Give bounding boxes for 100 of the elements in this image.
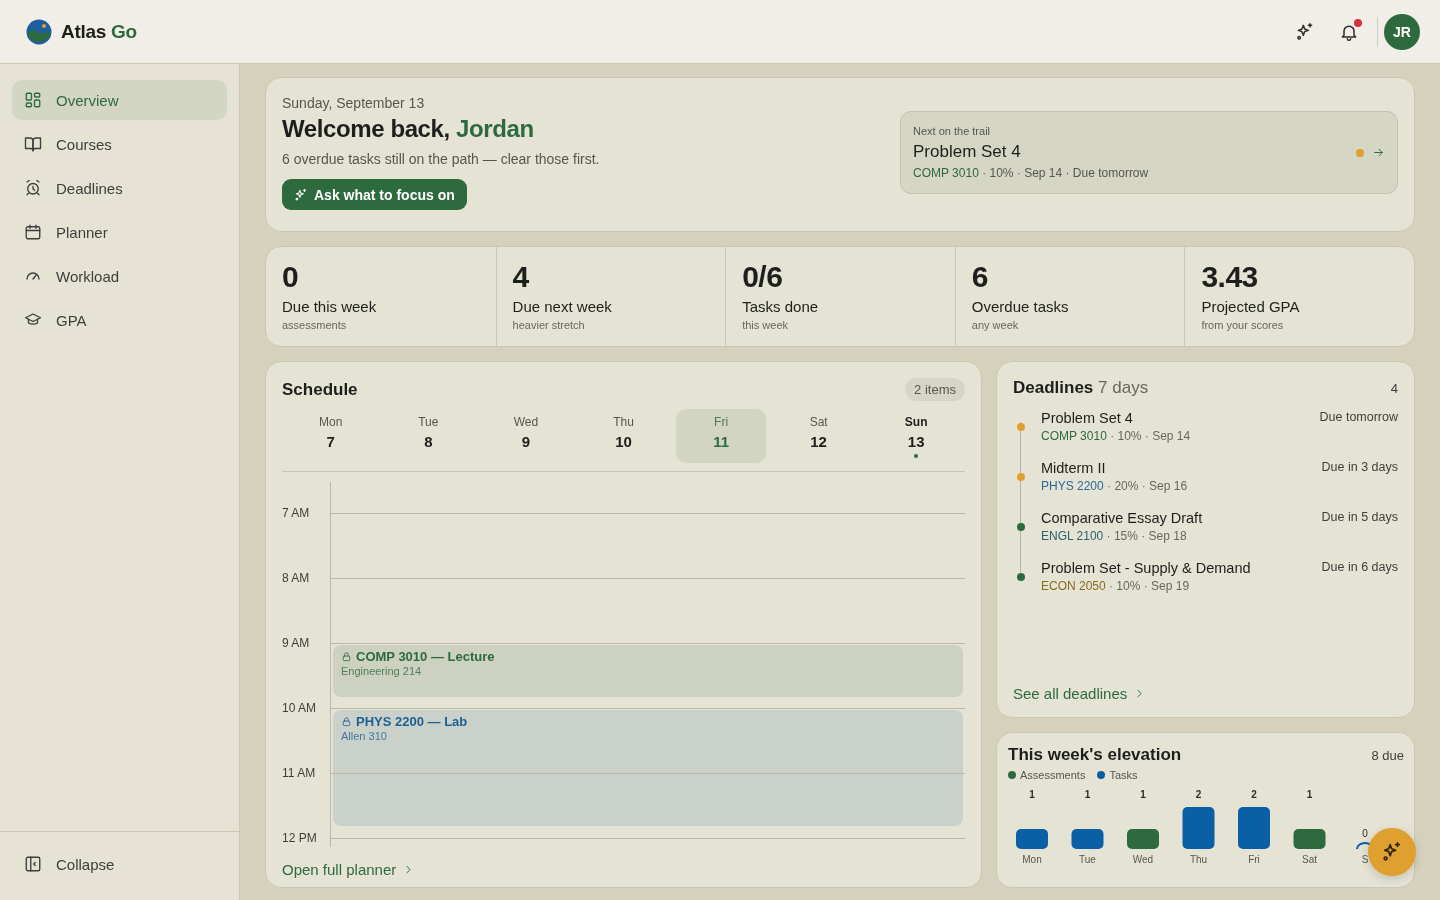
legend-label: Assessments (1020, 769, 1086, 781)
next-label: Next on the trail (913, 125, 992, 137)
see-all-deadlines-link[interactable]: See all deadlines (1013, 685, 1147, 702)
axis-label: Tue (1079, 854, 1096, 865)
collapse-button[interactable]: Collapse (12, 844, 227, 884)
stat-caption: from your scores (1201, 319, 1285, 331)
data-label: 2 (1251, 789, 1257, 800)
current-date: Sunday, September 13 (282, 95, 426, 111)
due-label: Due in 5 days (1321, 510, 1398, 526)
deadline-meta: ECON 2050 · 10% · Sep 19 (1041, 579, 1191, 593)
stat-label: Projected GPA (1201, 298, 1301, 315)
axis-label: Fri (1248, 854, 1260, 865)
calendar-icon (24, 223, 42, 241)
deadline-title: Comparative Essay Draft (1041, 510, 1203, 526)
chart-bar (1071, 829, 1104, 849)
data-label: 0 (1362, 828, 1368, 839)
stat-caption: heavier stretch (512, 319, 586, 331)
axis-label: S (1361, 854, 1369, 865)
axis-label: Sat (1302, 854, 1317, 865)
legend-label: Tasks (1109, 769, 1138, 781)
chart-bar (1127, 829, 1159, 849)
legend-dot (1008, 771, 1016, 779)
legend-dot (1097, 771, 1106, 779)
time-label: 7 AM (282, 506, 310, 520)
stat-value: 3.43 (1201, 260, 1259, 294)
open-planner-link[interactable]: Open full planner (282, 861, 416, 878)
sparkle-icon (1295, 21, 1315, 42)
nav-item[interactable]: Planner (12, 212, 227, 252)
calendar-event[interactable]: PHYS 2200 — Lab Allen 310 (333, 710, 963, 826)
app-name: Atlas Go (61, 20, 137, 43)
nav-item[interactable]: GPA (12, 300, 227, 340)
chart-bar (1238, 807, 1270, 849)
day-tab[interactable]: Fri 11 (676, 409, 766, 463)
data-label: 1 (1029, 789, 1035, 800)
day-tab[interactable]: Mon 7 (286, 409, 376, 463)
stat-label: Due this week (282, 298, 378, 315)
data-label: 1 (1084, 789, 1091, 800)
card-title: Schedule (282, 379, 358, 400)
stat-label: Tasks done (742, 298, 820, 315)
alarm-clock-icon (24, 179, 42, 197)
day-tab[interactable]: Sun 13 (871, 409, 961, 463)
stat-value: 0 (282, 260, 300, 294)
due-label: Due tomorrow (1319, 410, 1398, 426)
logo-icon (26, 18, 52, 45)
axis-label: Wed (1132, 854, 1154, 865)
axis-label: Mon (1022, 854, 1042, 865)
nav-item[interactable]: Workload (12, 256, 227, 296)
due-label: Due in 6 days (1321, 560, 1398, 576)
sidebar-collapse-icon (24, 855, 42, 873)
card-title: Deadlines 7 days (1013, 378, 1149, 398)
time-label: 9 AM (282, 636, 310, 650)
axis-label: Thu (1189, 854, 1208, 865)
overdue-message: 6 overdue tasks still on the path — clear those first. (282, 151, 601, 167)
stat-caption: any week (971, 319, 1020, 331)
time-label: 11 AM (282, 766, 316, 780)
deadline-meta: ENGL 2100 · 15% · Sep 18 (1041, 529, 1188, 543)
sparkle-icon (1381, 841, 1403, 863)
calendar-event[interactable]: COMP 3010 — Lecture Engineering 214 (333, 645, 963, 697)
card-title: This week's elevation (1008, 745, 1182, 765)
chart-bar (1182, 807, 1215, 849)
next-task-title: Problem Set 4 (913, 142, 1022, 162)
nav-item[interactable]: Deadlines (12, 168, 227, 208)
due-label: Due in 3 days (1321, 460, 1398, 476)
nav-item[interactable]: Courses (12, 124, 227, 164)
stat-caption: this week (742, 319, 790, 331)
due-count: 8 due (1371, 747, 1404, 763)
lock-icon (341, 651, 352, 662)
day-tab[interactable]: Tue 8 (383, 409, 474, 463)
day-tab[interactable]: Sat 12 (773, 409, 864, 463)
data-label: 1 (1306, 789, 1313, 800)
next-task-meta: COMP 3010 · 10% · Sep 14 · Due tomorrow (913, 166, 1150, 180)
deadline-title: Midterm II (1041, 460, 1107, 476)
welcome-heading: Welcome back, Jordan (282, 115, 535, 143)
deadline-meta: PHYS 2200 · 20% · Sep 16 (1041, 479, 1188, 493)
stat-value: 0/6 (742, 260, 784, 294)
data-label: 2 (1195, 789, 1202, 800)
deadline-meta: COMP 3010 · 10% · Sep 14 (1041, 429, 1191, 443)
deadline-count: 4 (1390, 380, 1398, 396)
nav-item[interactable]: Overview (12, 80, 227, 120)
next-task-card[interactable]: Next on the trail Problem Set 4 COMP 3010 · 10% · Sep 14 · Due tomorrow (900, 111, 1398, 194)
stat-label: Due next week (512, 298, 613, 315)
sparkle-icon (294, 187, 308, 202)
time-label: 8 AM (282, 571, 310, 585)
day-tab[interactable]: Wed 9 (481, 409, 571, 463)
time-label: 10 AM (282, 701, 317, 715)
deadline-title: Problem Set - Supply & Demand (1041, 560, 1251, 576)
day-tab[interactable]: Thu 10 (578, 409, 669, 463)
time-label: 12 PM (282, 831, 317, 845)
lock-icon (341, 716, 352, 727)
arrow-right-icon (1372, 146, 1385, 159)
user-avatar[interactable]: JR (1384, 13, 1420, 50)
ask-focus-button[interactable]: Ask what to focus on (282, 179, 467, 210)
chart-bar (1016, 829, 1048, 849)
stat-label: Overdue tasks (971, 298, 1070, 315)
deadline-title: Problem Set 4 (1041, 410, 1134, 426)
item-count-badge: 2 items (905, 378, 965, 401)
data-label: 1 (1140, 789, 1146, 800)
stat-caption: assessments (282, 319, 348, 331)
grid-icon (24, 91, 42, 109)
book-icon (24, 135, 42, 153)
